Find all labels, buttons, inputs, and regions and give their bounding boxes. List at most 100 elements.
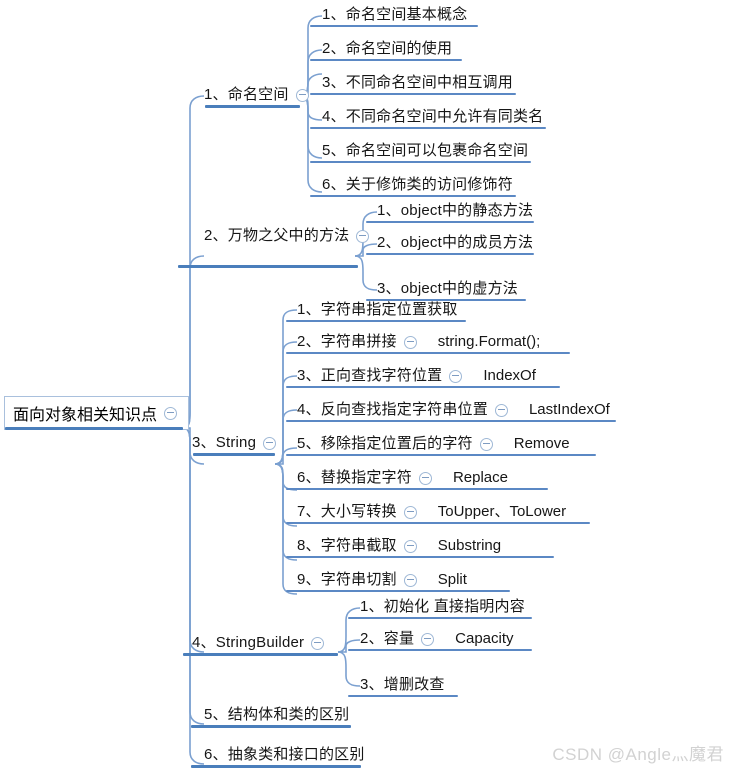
leaf-node-3-5[interactable]: 5、移除指定位置后的字符 Remove — [297, 434, 570, 454]
leaf-node-3-6[interactable]: 6、替换指定字符 Replace — [297, 468, 508, 488]
leaf-node-1-5[interactable]: 5、命名空间可以包裹命名空间 — [322, 141, 528, 161]
leaf-node-3-8-label: 8、字符串截取 — [297, 537, 397, 554]
leaf-node-3-7-sub: ToUpper、ToLower — [437, 503, 567, 520]
leaf-node-1-6-underline — [310, 195, 516, 197]
leaf-node-1-1[interactable]: 1、命名空间基本概念 — [322, 5, 467, 25]
leaf-node-1-6-label: 6、关于修饰类的访问修饰符 — [322, 176, 513, 193]
branch-1-collapse-toggle-icon[interactable] — [295, 88, 309, 102]
leaf-node-3-8-sub: Substring — [437, 537, 502, 554]
leaf-node-1-2-label: 2、命名空间的使用 — [322, 40, 453, 57]
leaf-node-4-1-underline — [348, 617, 532, 619]
leaf-node-2-1-underline — [366, 221, 534, 223]
branch-4-collapse-toggle-icon[interactable] — [311, 636, 325, 650]
leaf-node-4-1-label: 1、初始化 直接指明内容 — [360, 598, 525, 615]
leaf-4-2-collapse-toggle-icon[interactable] — [421, 632, 435, 646]
leaf-node-3-3[interactable]: 3、正向查找字符位置 IndexOf — [297, 366, 536, 386]
leaf-node-1-4[interactable]: 4、不同命名空间中允许有同类名 — [322, 107, 543, 127]
leaf-node-1-3-underline — [310, 93, 516, 95]
leaf-node-3-4-underline — [286, 420, 616, 422]
leaf-node-1-5-underline — [310, 161, 531, 163]
leaf-node-3-7-underline — [286, 522, 590, 524]
leaf-node-3-7[interactable]: 7、大小写转换 ToUpper、ToLower — [297, 502, 566, 522]
leaf-node-3-2-label: 2、字符串拼接 — [297, 333, 397, 350]
leaf-node-1-3[interactable]: 3、不同命名空间中相互调用 — [322, 73, 513, 93]
leaf-node-3-1-label: 1、字符串指定位置获取 — [297, 301, 458, 318]
leaf-node-2-2[interactable]: 2、object中的成员方法 — [377, 233, 533, 253]
leaf-node-3-9-sub: Split — [437, 571, 467, 588]
leaf-node-3-3-label: 3、正向查找字符位置 — [297, 367, 443, 384]
leaf-node-4-3-underline — [348, 695, 458, 697]
branch-node-2-label: 2、万物之父中的方法 — [204, 227, 350, 244]
leaf-node-3-7-label: 7、大小写转换 — [297, 503, 397, 520]
leaf-node-4-2-sub: Capacity — [455, 630, 514, 647]
leaf-node-1-6[interactable]: 6、关于修饰类的访问修饰符 — [322, 175, 513, 195]
branch-node-4-underline — [183, 653, 338, 656]
leaf-node-3-4-sub: LastIndexOf — [528, 401, 610, 418]
leaf-node-4-2[interactable]: 2、容量 Capacity — [360, 629, 514, 649]
leaf-node-2-2-underline — [366, 253, 534, 255]
leaf-3-5-collapse-toggle-icon[interactable] — [479, 437, 493, 451]
leaf-node-3-6-sub: Replace — [452, 469, 508, 486]
leaf-node-2-1[interactable]: 1、object中的静态方法 — [377, 201, 533, 221]
leaf-node-3-8[interactable]: 8、字符串截取 Substring — [297, 536, 501, 556]
branch-node-2-underline — [178, 265, 358, 268]
leaf-node-1-4-label: 4、不同命名空间中允许有同类名 — [322, 108, 544, 125]
root-collapse-toggle-icon[interactable] — [164, 406, 178, 420]
leaf-node-4-3-label: 3、增删改查 — [360, 676, 445, 693]
leaf-node-3-6-label: 6、替换指定字符 — [297, 469, 412, 486]
leaf-node-3-5-sub: Remove — [513, 435, 570, 452]
csdn-watermark: CSDN @Angle灬魔君 — [552, 745, 724, 764]
leaf-node-3-4-label: 4、反向查找指定字符串位置 — [297, 401, 488, 418]
leaf-node-1-3-label: 3、不同命名空间中相互调用 — [322, 74, 513, 91]
leaf-node-3-2[interactable]: 2、字符串拼接 string.Format(); — [297, 332, 540, 352]
leaf-node-1-2[interactable]: 2、命名空间的使用 — [322, 39, 452, 59]
branch-3-collapse-toggle-icon[interactable] — [263, 436, 277, 450]
leaf-3-9-collapse-toggle-icon[interactable] — [403, 573, 417, 587]
root-node-underline — [5, 427, 183, 430]
leaf-node-4-1[interactable]: 1、初始化 直接指明内容 — [360, 597, 525, 617]
leaf-node-2-3[interactable]: 3、object中的虚方法 — [377, 279, 518, 299]
leaf-node-2-2-label: 2、object中的成员方法 — [377, 234, 534, 251]
leaf-node-3-8-underline — [286, 556, 554, 558]
branch-node-6[interactable]: 6、抽象类和接口的区别 — [204, 745, 365, 765]
leaf-3-7-collapse-toggle-icon[interactable] — [403, 505, 417, 519]
leaf-node-3-5-underline — [286, 454, 596, 456]
branch-node-6-underline — [191, 765, 361, 768]
leaf-node-4-2-label: 2、容量 — [360, 630, 415, 647]
leaf-node-3-4[interactable]: 4、反向查找指定字符串位置 LastIndexOf — [297, 400, 610, 420]
branch-node-5[interactable]: 5、结构体和类的区别 — [204, 705, 349, 725]
mindmap-canvas: 面向对象相关知识点 1、命名空间 1、命名空间基本概念 2、命名空间的使用 3、… — [0, 0, 740, 779]
root-node-label: 面向对象相关知识点 — [13, 407, 158, 424]
leaf-node-3-3-sub: IndexOf — [483, 367, 536, 384]
branch-node-3[interactable]: 3、String — [192, 433, 283, 453]
branch-node-2[interactable]: 2、万物之父中的方法 — [204, 226, 376, 246]
leaf-node-3-2-underline — [286, 352, 570, 354]
leaf-node-3-1[interactable]: 1、字符串指定位置获取 — [297, 300, 458, 320]
branch-node-5-label: 5、结构体和类的区别 — [204, 706, 350, 723]
branch-node-3-underline — [193, 453, 275, 456]
leaf-node-4-2-underline — [348, 649, 532, 651]
leaf-node-1-4-underline — [310, 127, 546, 129]
leaf-node-4-3[interactable]: 3、增删改查 — [360, 675, 445, 695]
branch-node-5-underline — [191, 725, 351, 728]
branch-2-collapse-toggle-icon[interactable] — [356, 229, 370, 243]
leaf-node-1-1-underline — [310, 25, 478, 27]
leaf-node-3-5-label: 5、移除指定位置后的字符 — [297, 435, 473, 452]
leaf-node-3-6-underline — [286, 488, 548, 490]
leaf-node-3-1-underline — [286, 320, 466, 322]
leaf-node-2-3-label: 3、object中的虚方法 — [377, 280, 518, 297]
branch-node-4-label: 4、StringBuilder — [192, 634, 305, 651]
branch-node-1[interactable]: 1、命名空间 — [204, 85, 316, 105]
branch-node-1-underline — [205, 105, 300, 108]
leaf-3-4-collapse-toggle-icon[interactable] — [494, 403, 508, 417]
root-node[interactable]: 面向对象相关知识点 — [4, 396, 190, 430]
leaf-3-8-collapse-toggle-icon[interactable] — [403, 539, 417, 553]
leaf-3-6-collapse-toggle-icon[interactable] — [418, 471, 432, 485]
leaf-node-1-2-underline — [310, 59, 462, 61]
leaf-node-2-1-label: 1、object中的静态方法 — [377, 202, 534, 219]
branch-node-4[interactable]: 4、StringBuilder — [192, 633, 331, 653]
leaf-node-3-9-underline — [286, 590, 510, 592]
leaf-3-3-collapse-toggle-icon[interactable] — [449, 369, 463, 383]
leaf-3-2-collapse-toggle-icon[interactable] — [403, 335, 417, 349]
leaf-node-3-9[interactable]: 9、字符串切割 Split — [297, 570, 467, 590]
